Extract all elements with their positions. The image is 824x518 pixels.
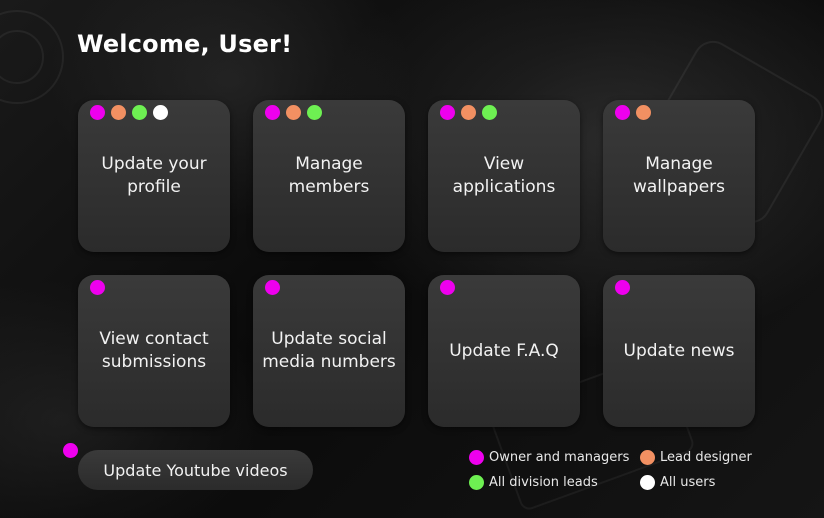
card-label: View applications [452, 154, 556, 197]
manage-wallpapers-card[interactable]: Manage wallpapers [603, 100, 755, 252]
page-title: Welcome, User! [77, 30, 293, 58]
division-leads-role-dot [307, 105, 322, 120]
all-users-role-dot [153, 105, 168, 120]
card-label: View contact submissions [99, 329, 209, 372]
division-leads-role-dot [469, 475, 484, 490]
role-dots [265, 105, 322, 120]
lead-designer-role-dot [286, 105, 301, 120]
card-label: Update social media numbers [262, 329, 396, 372]
view-applications-card[interactable]: View applications [428, 100, 580, 252]
legend-label: Lead designer [660, 450, 752, 465]
view-contact-submissions-card[interactable]: View contact submissions [78, 275, 230, 427]
legend-item-all-users: All users [640, 475, 715, 490]
card-label: Update news [623, 340, 735, 361]
legend-label: All division leads [489, 475, 598, 490]
owner-role-dot [615, 280, 630, 295]
owner-role-dot [469, 450, 484, 465]
card-label: Update your profile [101, 154, 207, 197]
owner-role-dot [440, 105, 455, 120]
legend-item-owner: Owner and managers [469, 450, 629, 465]
owner-role-dot [615, 105, 630, 120]
owner-role-dot [90, 280, 105, 295]
role-dots [615, 280, 630, 295]
update-news-card[interactable]: Update news [603, 275, 755, 427]
owner-role-dot [265, 280, 280, 295]
card-label: Update F.A.Q [449, 340, 559, 361]
card-label: Manage members [288, 154, 370, 197]
role-dots [615, 105, 651, 120]
lead-designer-role-dot [636, 105, 651, 120]
update-profile-card[interactable]: Update your profile [78, 100, 230, 252]
role-dots [265, 280, 280, 295]
legend-label: Owner and managers [489, 450, 630, 465]
owner-role-dot [90, 105, 105, 120]
division-leads-role-dot [482, 105, 497, 120]
owner-role-dot [265, 105, 280, 120]
update-faq-card[interactable]: Update F.A.Q [428, 275, 580, 427]
role-dots [90, 280, 105, 295]
lead-designer-role-dot [111, 105, 126, 120]
owner-role-dot [63, 443, 78, 458]
update-youtube-videos-button[interactable]: Update Youtube videos [78, 450, 313, 490]
division-leads-role-dot [132, 105, 147, 120]
owner-role-dot [440, 280, 455, 295]
role-dots [90, 105, 168, 120]
legend-item-lead-designer: Lead designer [640, 450, 752, 465]
role-dots [440, 280, 455, 295]
card-label: Manage wallpapers [632, 154, 726, 197]
background [0, 0, 824, 518]
lead-designer-role-dot [461, 105, 476, 120]
legend-label: All users [660, 475, 716, 490]
all-users-role-dot [640, 475, 655, 490]
manage-members-card[interactable]: Manage members [253, 100, 405, 252]
lead-designer-role-dot [640, 450, 655, 465]
legend-item-division-leads: All division leads [469, 475, 598, 490]
role-dots [440, 105, 497, 120]
update-social-media-numbers-card[interactable]: Update social media numbers [253, 275, 405, 427]
